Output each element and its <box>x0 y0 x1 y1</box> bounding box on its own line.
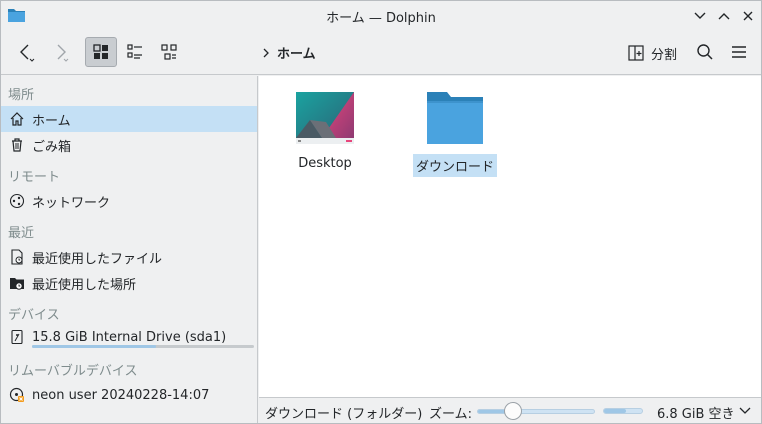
drive-capacity-bar <box>32 345 254 348</box>
breadcrumb-home[interactable]: ホーム <box>277 43 316 62</box>
window-title: ホーム — Dolphin <box>326 11 436 26</box>
sidebar-item-label: 15.8 GiB Internal Drive (sda1) <box>32 329 227 345</box>
sidebar-item-label: ごみ箱 <box>32 139 72 155</box>
sidebar-item-label: ネットワーク <box>32 195 111 211</box>
sidebar-item-label: 最近使用した場所 <box>32 277 137 293</box>
optical-disc-icon <box>8 386 26 404</box>
sidebar-item-removable-disc[interactable]: neon user 20240228-14:07 <box>1 382 257 408</box>
trash-icon <box>8 136 26 154</box>
chevron-down-icon[interactable] <box>739 404 751 419</box>
sidebar-item-label: 最近使用したファイル <box>32 251 163 267</box>
places-panel: 場所 ホーム ごみ箱 リモート ネットワーク 最近 最近使用したファイル 最近使… <box>1 76 258 423</box>
recent-files-icon <box>8 248 26 266</box>
zoom-label: ズーム: <box>429 407 472 422</box>
split-view-icon <box>628 45 644 61</box>
drive-icon <box>8 328 26 346</box>
file-item-label: Desktop <box>298 156 352 171</box>
section-heading-places: 場所 <box>8 88 35 103</box>
details-view-button[interactable] <box>153 37 185 67</box>
sidebar-item-label: ホーム <box>32 113 71 129</box>
section-heading-remote: リモート <box>8 170 61 185</box>
search-button[interactable] <box>689 37 721 67</box>
file-item-desktop[interactable]: Desktop <box>283 92 367 173</box>
sidebar-item-network[interactable]: ネットワーク <box>1 188 257 214</box>
icons-view-button[interactable] <box>85 37 117 67</box>
home-icon <box>8 110 26 128</box>
file-item-label: ダウンロード <box>413 154 497 177</box>
breadcrumb[interactable]: ホーム <box>263 43 316 62</box>
split-button[interactable]: 分割 <box>627 40 677 66</box>
sidebar-item-recent-locations[interactable]: 最近使用した場所 <box>1 270 257 296</box>
file-item-downloads[interactable]: ダウンロード <box>413 92 497 177</box>
sidebar-item-label: neon user 20240228-14:07 <box>32 387 210 403</box>
free-space-bar <box>603 408 643 414</box>
compact-view-button[interactable] <box>119 37 151 67</box>
zoom-slider-handle[interactable] <box>503 402 522 420</box>
forward-button[interactable] <box>45 37 77 67</box>
minimize-button[interactable] <box>691 7 709 25</box>
section-heading-devices: デバイス <box>8 308 60 323</box>
dolphin-window: ホーム — Dolphin ホーム 分割 場所 ホーム ごみ箱 リモート ネット… <box>0 0 762 424</box>
network-icon <box>8 192 26 210</box>
close-button[interactable] <box>739 7 757 25</box>
free-space-text[interactable]: 6.8 GiB 空き <box>657 403 735 422</box>
selection-status-text: ダウンロード (フォルダー) <box>265 407 423 422</box>
file-view[interactable]: Desktop ダウンロード <box>259 76 761 397</box>
search-icon <box>697 44 713 60</box>
title-bar[interactable]: ホーム — Dolphin <box>1 1 761 31</box>
section-heading-removable: リムーバブルデバイス <box>8 364 138 379</box>
folder-icon <box>425 92 485 148</box>
maximize-button[interactable] <box>715 7 733 25</box>
recent-locations-icon <box>8 274 26 292</box>
breadcrumb-chevron-icon <box>263 48 269 57</box>
main-toolbar: ホーム 分割 <box>1 31 761 75</box>
section-heading-recent: 最近 <box>8 226 35 241</box>
sidebar-item-recent-files[interactable]: 最近使用したファイル <box>1 244 257 270</box>
sidebar-item-trash[interactable]: ごみ箱 <box>1 132 257 158</box>
back-button[interactable] <box>11 37 43 67</box>
menu-button[interactable] <box>723 37 755 67</box>
status-bar: ダウンロード (フォルダー) ズーム: 6.8 GiB 空き <box>259 397 761 423</box>
sidebar-item-home[interactable]: ホーム <box>1 106 257 132</box>
split-label: 分割 <box>651 47 678 63</box>
hamburger-menu-icon <box>732 46 746 58</box>
zoom-slider[interactable] <box>477 402 595 420</box>
desktop-folder-icon <box>296 92 354 148</box>
